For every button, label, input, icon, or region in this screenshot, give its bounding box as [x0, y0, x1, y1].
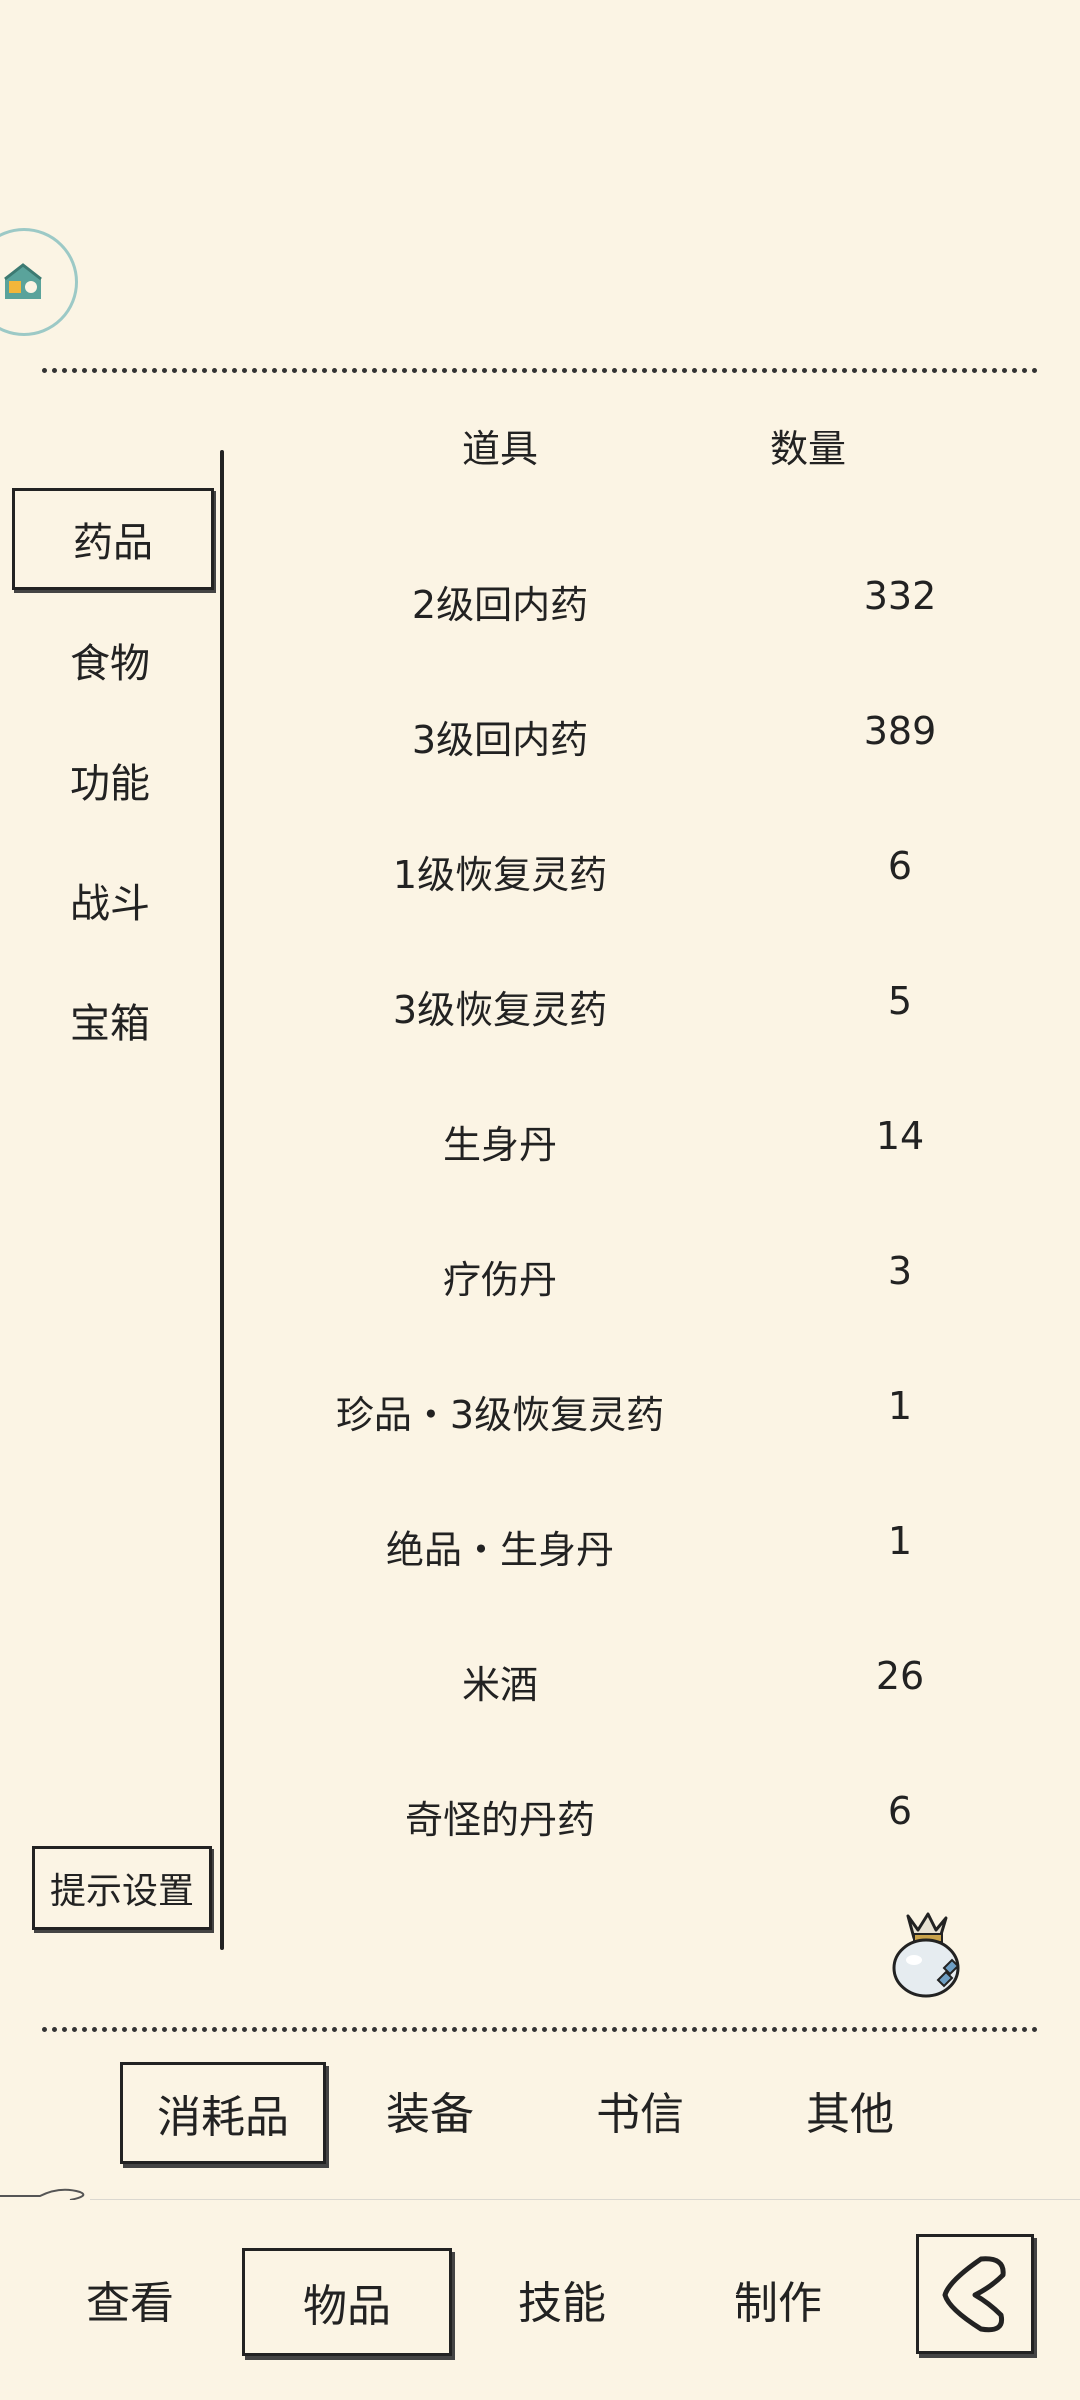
quantity-column-header: 数量	[769, 427, 846, 471]
item-name: 疗伤丹	[442, 1258, 557, 1302]
item-name: 3级回内药	[411, 718, 589, 762]
nav-items[interactable]: 物品	[242, 2248, 452, 2356]
nav-skills[interactable]: 技能	[492, 2248, 632, 2350]
item-quantity: 6	[887, 844, 913, 888]
item-row[interactable]: 绝品・生身丹 1	[240, 1491, 1040, 1591]
category-label: 战斗	[70, 881, 150, 927]
category-label: 功能	[70, 761, 150, 807]
nav-label: 物品	[303, 2281, 391, 2332]
item-name: 珍品・3级恢复灵药	[335, 1393, 665, 1437]
hint-settings-button[interactable]: 提示设置	[32, 1846, 212, 1930]
item-quantity: 14	[875, 1114, 925, 1158]
item-quantity: 332	[863, 574, 937, 618]
item-row[interactable]: 3级回内药 389	[240, 681, 1040, 781]
item-row[interactable]: 米酒 26	[240, 1626, 1040, 1726]
item-name: 2级回内药	[411, 583, 589, 627]
tab-consumables[interactable]: 消耗品	[120, 2062, 326, 2164]
item-name: 米酒	[461, 1663, 538, 1707]
item-quantity: 6	[887, 1789, 913, 1833]
item-row[interactable]: 珍品・3级恢复灵药 1	[240, 1356, 1040, 1456]
item-name: 3级恢复灵药	[392, 988, 608, 1032]
back-button[interactable]	[916, 2234, 1034, 2354]
top-divider	[42, 368, 1038, 373]
item-row[interactable]: 生身丹 14	[240, 1086, 1040, 1186]
category-label: 药品	[73, 520, 153, 566]
sidebar-divider	[220, 450, 224, 1950]
category-medicine[interactable]: 药品	[12, 488, 214, 590]
tab-label: 书信	[596, 2089, 684, 2140]
nav-crafting[interactable]: 制作	[708, 2248, 848, 2350]
item-quantity: 1	[887, 1519, 913, 1563]
item-name: 奇怪的丹药	[404, 1798, 595, 1842]
tab-label: 其他	[806, 2089, 894, 2140]
nav-label: 制作	[734, 2278, 822, 2329]
tab-letters[interactable]: 书信	[560, 2062, 720, 2158]
item-quantity: 26	[875, 1654, 925, 1698]
house-logo-icon	[4, 263, 42, 299]
treasure-bag-icon[interactable]	[884, 1908, 968, 2000]
tab-label: 消耗品	[157, 2092, 289, 2143]
category-food[interactable]: 食物	[12, 612, 208, 708]
item-quantity: 1	[887, 1384, 913, 1428]
back-arrow-icon	[942, 2256, 1006, 2333]
item-row[interactable]: 疗伤丹 3	[240, 1221, 1040, 1321]
lower-divider	[42, 2027, 1038, 2032]
item-row[interactable]: 2级回内药 332	[240, 546, 1040, 646]
category-label: 食物	[70, 641, 150, 687]
item-name: 生身丹	[442, 1123, 557, 1167]
item-name: 绝品・生身丹	[385, 1528, 614, 1572]
tab-label: 装备	[386, 2089, 474, 2140]
nav-view[interactable]: 查看	[60, 2248, 200, 2350]
category-function[interactable]: 功能	[12, 732, 208, 828]
item-row[interactable]: 奇怪的丹药 6	[240, 1761, 1040, 1861]
category-battle[interactable]: 战斗	[12, 852, 208, 948]
nav-label: 查看	[86, 2278, 174, 2329]
item-row[interactable]: 3级恢复灵药 5	[240, 951, 1040, 1051]
category-label: 宝箱	[70, 1001, 150, 1047]
avatar[interactable]	[0, 228, 78, 336]
nav-label: 技能	[518, 2278, 606, 2329]
tab-other[interactable]: 其他	[770, 2062, 930, 2158]
item-row[interactable]: 1级恢复灵药 6	[240, 816, 1040, 916]
item-quantity: 389	[863, 709, 937, 753]
item-quantity: 3	[887, 1249, 913, 1293]
item-name: 1级恢复灵药	[392, 853, 608, 897]
item-quantity: 5	[887, 979, 913, 1023]
tab-equipment[interactable]: 装备	[350, 2062, 510, 2158]
category-chest[interactable]: 宝箱	[12, 972, 208, 1068]
item-column-header: 道具	[461, 427, 538, 471]
